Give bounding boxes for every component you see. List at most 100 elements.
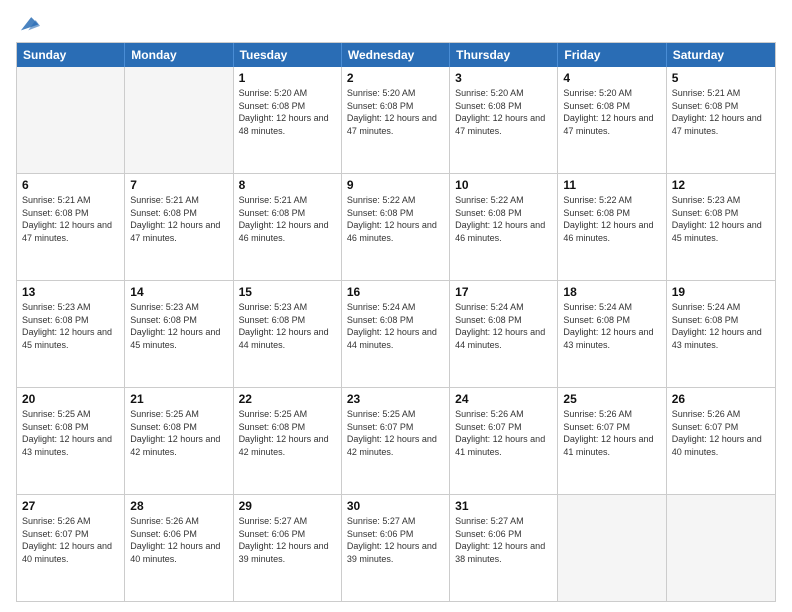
sunset-text: Sunset: 6:08 PM (455, 314, 552, 327)
weekday-header: Wednesday (342, 43, 450, 67)
sunset-text: Sunset: 6:06 PM (347, 528, 444, 541)
day-info: Sunrise: 5:23 AMSunset: 6:08 PMDaylight:… (672, 194, 770, 244)
daylight-text: Daylight: 12 hours and 42 minutes. (347, 433, 444, 458)
daylight-text: Daylight: 12 hours and 42 minutes. (130, 433, 227, 458)
page: SundayMondayTuesdayWednesdayThursdayFrid… (0, 0, 792, 612)
day-info: Sunrise: 5:20 AMSunset: 6:08 PMDaylight:… (455, 87, 552, 137)
sunset-text: Sunset: 6:06 PM (130, 528, 227, 541)
day-number: 20 (22, 391, 119, 407)
sunrise-text: Sunrise: 5:26 AM (563, 408, 660, 421)
calendar: SundayMondayTuesdayWednesdayThursdayFrid… (16, 42, 776, 602)
calendar-cell: 24Sunrise: 5:26 AMSunset: 6:07 PMDayligh… (450, 388, 558, 494)
sunrise-text: Sunrise: 5:24 AM (672, 301, 770, 314)
day-info: Sunrise: 5:21 AMSunset: 6:08 PMDaylight:… (22, 194, 119, 244)
calendar-cell: 22Sunrise: 5:25 AMSunset: 6:08 PMDayligh… (234, 388, 342, 494)
calendar-cell: 16Sunrise: 5:24 AMSunset: 6:08 PMDayligh… (342, 281, 450, 387)
day-number: 21 (130, 391, 227, 407)
calendar-cell (125, 67, 233, 173)
logo-icon (18, 12, 40, 34)
day-info: Sunrise: 5:25 AMSunset: 6:08 PMDaylight:… (22, 408, 119, 458)
day-number: 26 (672, 391, 770, 407)
sunset-text: Sunset: 6:08 PM (239, 207, 336, 220)
calendar-header: SundayMondayTuesdayWednesdayThursdayFrid… (17, 43, 775, 67)
sunrise-text: Sunrise: 5:24 AM (347, 301, 444, 314)
day-info: Sunrise: 5:24 AMSunset: 6:08 PMDaylight:… (563, 301, 660, 351)
calendar-cell: 1Sunrise: 5:20 AMSunset: 6:08 PMDaylight… (234, 67, 342, 173)
day-number: 3 (455, 70, 552, 86)
sunrise-text: Sunrise: 5:21 AM (672, 87, 770, 100)
daylight-text: Daylight: 12 hours and 42 minutes. (239, 433, 336, 458)
sunrise-text: Sunrise: 5:22 AM (347, 194, 444, 207)
daylight-text: Daylight: 12 hours and 40 minutes. (22, 540, 119, 565)
weekday-header: Monday (125, 43, 233, 67)
sunrise-text: Sunrise: 5:27 AM (347, 515, 444, 528)
sunrise-text: Sunrise: 5:22 AM (455, 194, 552, 207)
calendar-week-row: 1Sunrise: 5:20 AMSunset: 6:08 PMDaylight… (17, 67, 775, 174)
day-number: 18 (563, 284, 660, 300)
sunrise-text: Sunrise: 5:26 AM (130, 515, 227, 528)
calendar-week-row: 20Sunrise: 5:25 AMSunset: 6:08 PMDayligh… (17, 388, 775, 495)
day-number: 13 (22, 284, 119, 300)
sunset-text: Sunset: 6:08 PM (347, 207, 444, 220)
daylight-text: Daylight: 12 hours and 46 minutes. (347, 219, 444, 244)
calendar-cell: 25Sunrise: 5:26 AMSunset: 6:07 PMDayligh… (558, 388, 666, 494)
weekday-header: Saturday (667, 43, 775, 67)
weekday-header: Sunday (17, 43, 125, 67)
calendar-cell: 18Sunrise: 5:24 AMSunset: 6:08 PMDayligh… (558, 281, 666, 387)
sunrise-text: Sunrise: 5:21 AM (22, 194, 119, 207)
sunset-text: Sunset: 6:08 PM (22, 314, 119, 327)
sunset-text: Sunset: 6:08 PM (239, 421, 336, 434)
daylight-text: Daylight: 12 hours and 48 minutes. (239, 112, 336, 137)
sunrise-text: Sunrise: 5:25 AM (347, 408, 444, 421)
daylight-text: Daylight: 12 hours and 47 minutes. (563, 112, 660, 137)
daylight-text: Daylight: 12 hours and 47 minutes. (672, 112, 770, 137)
day-number: 27 (22, 498, 119, 514)
day-info: Sunrise: 5:21 AMSunset: 6:08 PMDaylight:… (130, 194, 227, 244)
sunrise-text: Sunrise: 5:27 AM (455, 515, 552, 528)
calendar-cell: 15Sunrise: 5:23 AMSunset: 6:08 PMDayligh… (234, 281, 342, 387)
day-info: Sunrise: 5:24 AMSunset: 6:08 PMDaylight:… (455, 301, 552, 351)
daylight-text: Daylight: 12 hours and 46 minutes. (563, 219, 660, 244)
day-info: Sunrise: 5:22 AMSunset: 6:08 PMDaylight:… (455, 194, 552, 244)
day-number: 23 (347, 391, 444, 407)
sunrise-text: Sunrise: 5:24 AM (563, 301, 660, 314)
day-number: 31 (455, 498, 552, 514)
calendar-cell: 8Sunrise: 5:21 AMSunset: 6:08 PMDaylight… (234, 174, 342, 280)
daylight-text: Daylight: 12 hours and 45 minutes. (672, 219, 770, 244)
daylight-text: Daylight: 12 hours and 41 minutes. (455, 433, 552, 458)
calendar-cell: 30Sunrise: 5:27 AMSunset: 6:06 PMDayligh… (342, 495, 450, 601)
daylight-text: Daylight: 12 hours and 45 minutes. (22, 326, 119, 351)
daylight-text: Daylight: 12 hours and 47 minutes. (455, 112, 552, 137)
day-info: Sunrise: 5:23 AMSunset: 6:08 PMDaylight:… (130, 301, 227, 351)
daylight-text: Daylight: 12 hours and 44 minutes. (347, 326, 444, 351)
sunset-text: Sunset: 6:07 PM (22, 528, 119, 541)
daylight-text: Daylight: 12 hours and 40 minutes. (130, 540, 227, 565)
day-info: Sunrise: 5:20 AMSunset: 6:08 PMDaylight:… (239, 87, 336, 137)
day-number: 19 (672, 284, 770, 300)
calendar-cell: 11Sunrise: 5:22 AMSunset: 6:08 PMDayligh… (558, 174, 666, 280)
sunrise-text: Sunrise: 5:21 AM (239, 194, 336, 207)
day-info: Sunrise: 5:26 AMSunset: 6:07 PMDaylight:… (455, 408, 552, 458)
calendar-week-row: 6Sunrise: 5:21 AMSunset: 6:08 PMDaylight… (17, 174, 775, 281)
calendar-cell: 20Sunrise: 5:25 AMSunset: 6:08 PMDayligh… (17, 388, 125, 494)
sunset-text: Sunset: 6:08 PM (22, 207, 119, 220)
header (16, 12, 776, 34)
sunrise-text: Sunrise: 5:20 AM (239, 87, 336, 100)
sunset-text: Sunset: 6:07 PM (455, 421, 552, 434)
daylight-text: Daylight: 12 hours and 44 minutes. (455, 326, 552, 351)
daylight-text: Daylight: 12 hours and 43 minutes. (22, 433, 119, 458)
day-number: 16 (347, 284, 444, 300)
calendar-cell: 26Sunrise: 5:26 AMSunset: 6:07 PMDayligh… (667, 388, 775, 494)
day-info: Sunrise: 5:20 AMSunset: 6:08 PMDaylight:… (563, 87, 660, 137)
sunset-text: Sunset: 6:08 PM (563, 207, 660, 220)
day-number: 10 (455, 177, 552, 193)
sunset-text: Sunset: 6:08 PM (672, 314, 770, 327)
calendar-cell: 3Sunrise: 5:20 AMSunset: 6:08 PMDaylight… (450, 67, 558, 173)
day-info: Sunrise: 5:26 AMSunset: 6:07 PMDaylight:… (22, 515, 119, 565)
weekday-header: Thursday (450, 43, 558, 67)
calendar-cell: 12Sunrise: 5:23 AMSunset: 6:08 PMDayligh… (667, 174, 775, 280)
calendar-body: 1Sunrise: 5:20 AMSunset: 6:08 PMDaylight… (17, 67, 775, 601)
day-info: Sunrise: 5:23 AMSunset: 6:08 PMDaylight:… (22, 301, 119, 351)
day-number: 28 (130, 498, 227, 514)
daylight-text: Daylight: 12 hours and 45 minutes. (130, 326, 227, 351)
